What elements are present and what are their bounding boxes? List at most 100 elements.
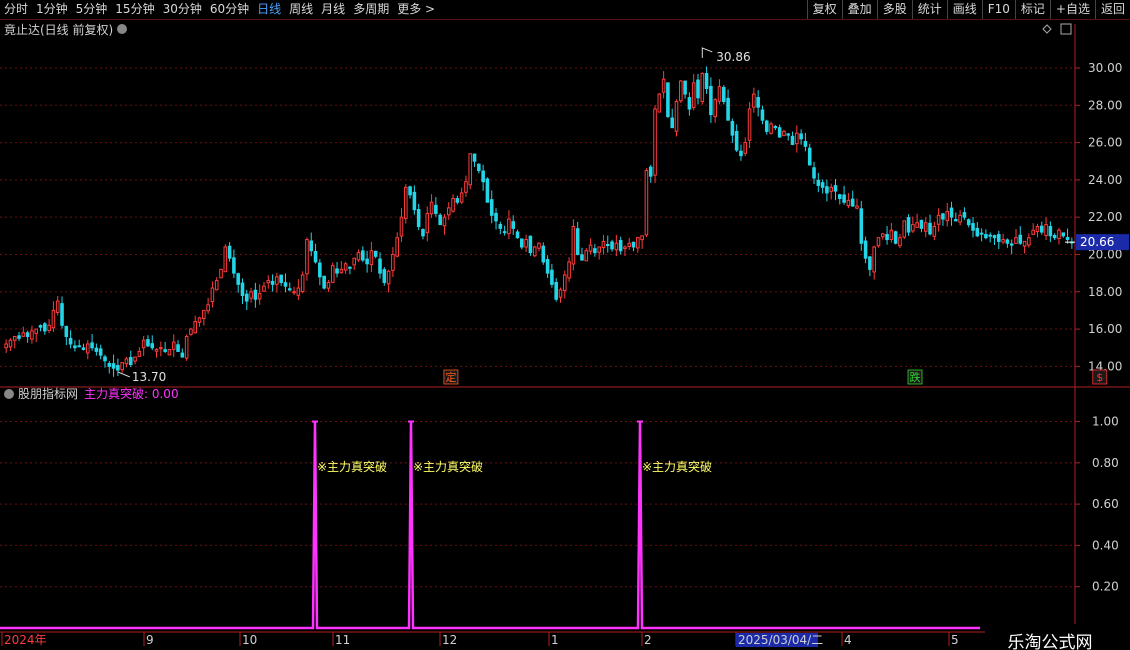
candle-body xyxy=(270,280,275,285)
candle-body xyxy=(335,268,339,274)
candle-body xyxy=(618,240,623,252)
period-tab-9[interactable]: 多周期 xyxy=(349,0,393,19)
candle-body xyxy=(429,201,434,215)
candle-body xyxy=(193,321,198,334)
candle-body xyxy=(734,130,739,151)
candle-body xyxy=(262,285,266,292)
candle-body xyxy=(962,212,967,218)
candle-body xyxy=(34,328,39,334)
candle-body xyxy=(704,73,709,89)
candle-body xyxy=(468,153,473,186)
candle-body xyxy=(984,234,988,239)
candle-body xyxy=(296,287,301,296)
period-tab-1[interactable]: 1分钟 xyxy=(32,0,72,19)
candle-body xyxy=(803,140,808,147)
main-dropdown-icon[interactable] xyxy=(117,24,127,34)
candle-body xyxy=(1039,225,1044,233)
candle-body xyxy=(713,99,717,118)
toolbar-button-8[interactable]: 返回 xyxy=(1094,0,1130,19)
candle-body xyxy=(923,222,928,232)
candle-body xyxy=(971,223,975,231)
candle-body xyxy=(1065,237,1070,241)
candle-body xyxy=(756,96,760,108)
stock-chart[interactable]: 竟止达(日线 前复权)14.0016.0018.0020.0022.0024.0… xyxy=(0,20,1130,650)
toolbar-button-7[interactable]: +自选 xyxy=(1049,0,1095,19)
candle-body xyxy=(373,250,378,257)
candle-body xyxy=(395,237,399,257)
candle-body xyxy=(820,182,825,188)
candle-body xyxy=(171,341,176,350)
toolbar-button-5[interactable]: F10 xyxy=(981,0,1015,19)
toolbar-button-2[interactable]: 多股 xyxy=(876,0,912,19)
period-tab-5[interactable]: 60分钟 xyxy=(206,0,253,19)
time-axis-label-2: 10 xyxy=(242,633,257,647)
candle-body xyxy=(180,352,185,358)
window-icon[interactable] xyxy=(1060,23,1072,35)
main-y-tick-label: 28.00 xyxy=(1088,98,1122,112)
period-tab-8[interactable]: 月线 xyxy=(317,0,349,19)
candle-body xyxy=(330,265,335,283)
candle-body xyxy=(520,238,524,248)
candle-body xyxy=(202,309,206,320)
toolbar-button-0[interactable]: 复权 xyxy=(806,0,842,19)
period-tab-6[interactable]: 日线 xyxy=(253,0,285,19)
candle-body xyxy=(309,240,314,252)
event-marker-0: 定 xyxy=(445,370,456,384)
candle-body xyxy=(416,208,421,227)
period-tab-10[interactable]: 更多 > xyxy=(393,0,439,19)
period-tab-2[interactable]: 5分钟 xyxy=(72,0,112,19)
candle-body xyxy=(266,280,271,284)
candle-body xyxy=(322,275,326,289)
signal-label-2: ※主力真突破 xyxy=(642,459,712,474)
candle-body xyxy=(799,133,803,140)
candle-body xyxy=(21,332,26,337)
candle-body xyxy=(545,259,550,274)
candle-body xyxy=(455,198,460,203)
candle-body xyxy=(825,186,829,194)
candle-body xyxy=(120,362,124,371)
candle-body xyxy=(356,252,361,261)
candle-body xyxy=(726,97,730,121)
candle-body xyxy=(103,356,107,362)
candle-body xyxy=(47,324,51,332)
candle-body xyxy=(863,240,868,259)
candle-body xyxy=(902,220,907,238)
candle-body xyxy=(605,244,610,247)
candle-body xyxy=(709,85,713,116)
candle-body xyxy=(1057,229,1061,240)
candle-body xyxy=(81,347,86,351)
indicator-dropdown-icon[interactable] xyxy=(4,389,14,399)
diamond-icon[interactable] xyxy=(1042,24,1052,34)
toolbar-button-1[interactable]: 叠加 xyxy=(841,0,877,19)
candle-body xyxy=(885,233,889,241)
candle-body xyxy=(275,276,279,285)
candle-body xyxy=(343,263,348,271)
candle-body xyxy=(68,337,73,345)
main-y-tick-label: 24.00 xyxy=(1088,173,1122,187)
period-tab-0[interactable]: 分时 xyxy=(0,0,32,19)
candle-body xyxy=(43,323,47,332)
period-tab-3[interactable]: 15分钟 xyxy=(111,0,158,19)
candle-body xyxy=(313,251,318,263)
candle-body xyxy=(1009,243,1014,246)
time-axis-label-0: 2024年 xyxy=(4,633,47,647)
toolbar-button-3[interactable]: 统计 xyxy=(911,0,947,19)
candle-body xyxy=(498,223,503,229)
candle-body xyxy=(666,82,670,117)
price-tag: 20.66 xyxy=(1080,235,1114,249)
period-tab-7[interactable]: 周线 xyxy=(285,0,317,19)
candle-body xyxy=(1048,226,1053,237)
candle-body xyxy=(150,343,155,349)
period-tab-4[interactable]: 30分钟 xyxy=(159,0,206,19)
candle-body xyxy=(1018,234,1023,244)
candle-body xyxy=(25,332,30,338)
toolbar-button-6[interactable]: 标记 xyxy=(1014,0,1050,19)
candle-body xyxy=(60,303,64,326)
candle-body xyxy=(842,194,846,203)
candle-body xyxy=(786,133,791,136)
action-buttons: 复权 叠加 多股 统计 画线 F10 标记 +自选 返回 xyxy=(806,0,1130,19)
candle-body xyxy=(528,235,533,254)
time-axis-label-5: 1 xyxy=(551,633,559,647)
candle-body xyxy=(214,280,219,291)
toolbar-button-4[interactable]: 画线 xyxy=(946,0,982,19)
